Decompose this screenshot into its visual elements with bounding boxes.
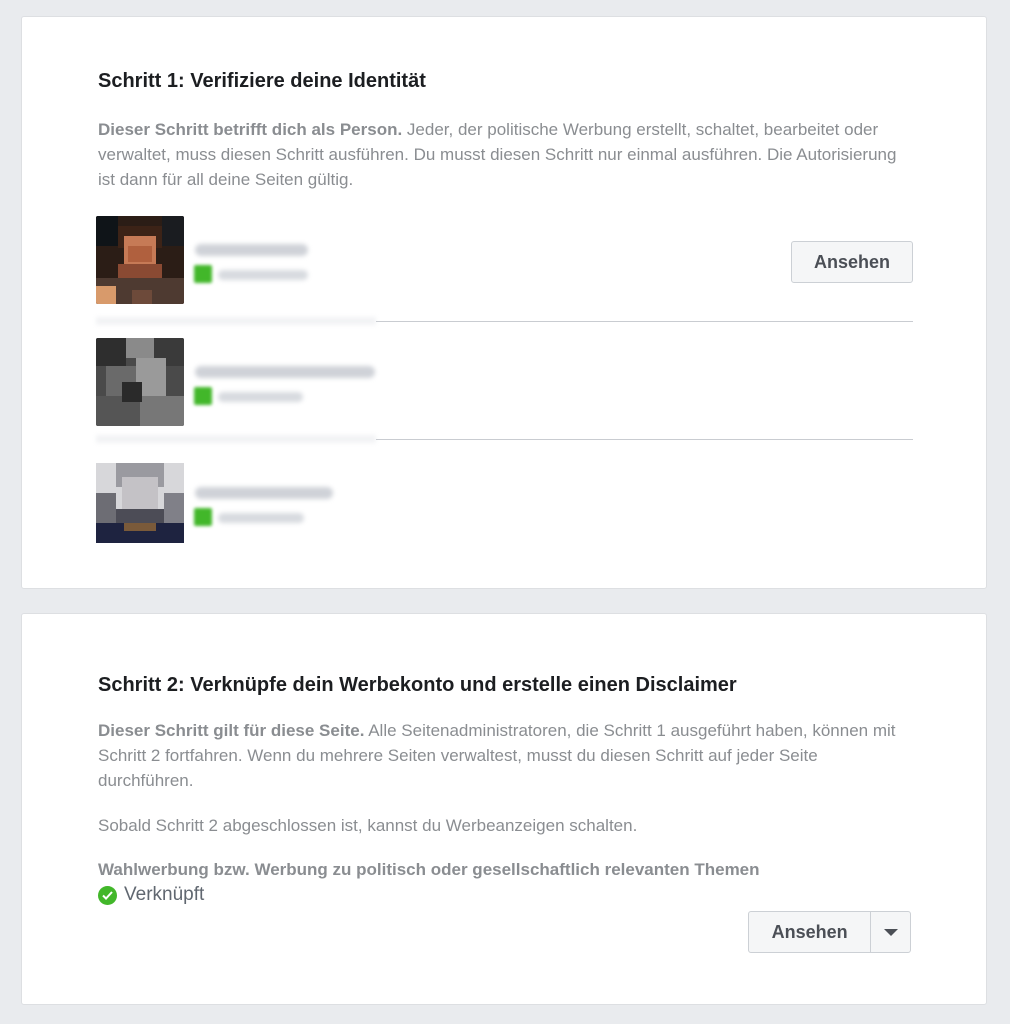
step2-view-dropdown-button[interactable]: [871, 912, 910, 952]
divider: [376, 439, 913, 440]
step1-description-bold: Dieser Schritt betrifft dich als Person.: [98, 120, 403, 139]
ad-category-label: Wahlwerbung bzw. Werbung zu politisch od…: [98, 860, 760, 879]
caret-down-icon: [883, 928, 898, 936]
person-subtitle-redacted: [218, 270, 308, 280]
person-row: [96, 338, 913, 426]
avatar: [96, 463, 184, 543]
step2-card: Schritt 2: Verknüpfe dein Werbekonto und…: [21, 613, 987, 1005]
divider: [96, 317, 376, 325]
person-name-redacted: [195, 487, 333, 499]
verified-icon: [194, 508, 212, 526]
person-name-redacted: [195, 366, 375, 378]
step1-card: Schritt 1: Verifiziere deine Identität D…: [21, 16, 987, 589]
step2-note: Sobald Schritt 2 abgeschlossen ist, kann…: [98, 816, 638, 835]
person-subtitle-redacted: [218, 392, 303, 402]
avatar: [96, 338, 184, 426]
link-status-text: Verknüpft: [124, 884, 205, 905]
check-circle-icon: [98, 885, 117, 905]
person-row: [96, 459, 913, 547]
step1-title: Schritt 1: Verifiziere deine Identität: [98, 70, 426, 92]
verified-icon: [194, 265, 212, 283]
step2-view-split-button: Ansehen: [748, 911, 911, 953]
person-subtitle-redacted: [218, 513, 304, 523]
step1-view-button[interactable]: Ansehen: [791, 241, 913, 283]
person-row: Ansehen: [96, 216, 913, 304]
step2-title: Schritt 2: Verknüpfe dein Werbekonto und…: [98, 674, 737, 696]
step2-view-button[interactable]: Ansehen: [749, 912, 872, 952]
link-status: Verknüpft: [98, 883, 204, 907]
avatar: [96, 216, 184, 304]
divider: [96, 435, 376, 443]
step2-description: Dieser Schritt gilt für diese Seite. All…: [98, 718, 898, 793]
step2-description-bold: Dieser Schritt gilt für diese Seite.: [98, 721, 365, 740]
person-name-redacted: [195, 244, 308, 256]
step1-description: Dieser Schritt betrifft dich als Person.…: [98, 117, 898, 192]
verified-icon: [194, 387, 212, 405]
divider: [376, 321, 913, 322]
